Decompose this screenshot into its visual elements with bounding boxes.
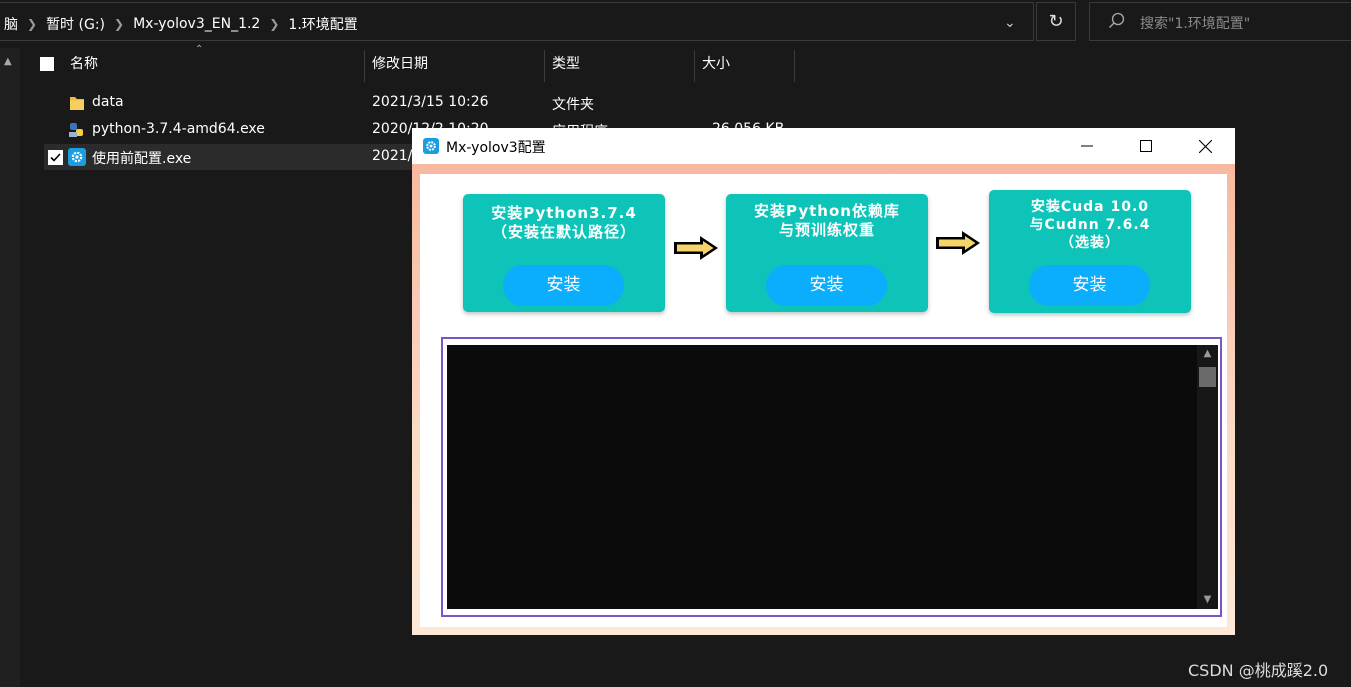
chevron-right-icon[interactable]: ❯ <box>109 17 129 31</box>
console-frame: ▲ ▼ <box>441 337 1222 617</box>
console-scrollbar[interactable]: ▲ ▼ <box>1197 345 1218 609</box>
scroll-up-icon[interactable]: ▲ <box>4 56 12 67</box>
scroll-up-icon[interactable]: ▲ <box>1197 345 1218 363</box>
column-modified[interactable]: 修改日期 <box>364 48 544 82</box>
column-name[interactable]: 名称 <box>62 48 362 82</box>
breadcrumb-item-pc[interactable]: 脑 <box>0 14 22 34</box>
arrow-right-icon <box>674 236 718 260</box>
content-panel: 安装Python3.7.4 （安装在默认路径） 安装 安装Python依赖库 与… <box>420 174 1227 627</box>
close-icon <box>1198 139 1212 153</box>
breadcrumb-item-project[interactable]: Mx-yolov3_EN_1.2 <box>129 16 264 32</box>
search-icon <box>1109 12 1125 28</box>
breadcrumb-item-drive[interactable]: 暂时 (G:) <box>42 14 109 34</box>
breadcrumb: 脑 ❯ 暂时 (G:) ❯ Mx-yolov3_EN_1.2 ❯ 1.环境配置 <box>0 14 362 34</box>
search-input[interactable]: 搜索"1.环境配置" <box>1089 2 1351 41</box>
install-cuda-button[interactable]: 安装 <box>1029 265 1150 306</box>
step-title: 安装Python依赖库 与预训练权重 <box>754 202 900 239</box>
step-card-python: 安装Python3.7.4 （安装在默认路径） 安装 <box>463 194 665 312</box>
chevron-right-icon[interactable]: ❯ <box>22 17 42 31</box>
minimize-button[interactable] <box>1058 128 1116 164</box>
maximize-icon <box>1140 140 1152 152</box>
arrow-right-icon <box>936 231 980 255</box>
watermark: CSDN @桃成蹊2.0 <box>1188 661 1329 680</box>
window-titlebar[interactable]: Mx-yolov3配置 <box>412 128 1235 164</box>
maximize-button[interactable] <box>1117 128 1175 164</box>
address-bar[interactable]: 脑 ❯ 暂时 (G:) ❯ Mx-yolov3_EN_1.2 ❯ 1.环境配置 … <box>0 2 1034 41</box>
file-name: data <box>92 94 124 110</box>
close-button[interactable] <box>1176 128 1234 164</box>
navigation-pane[interactable]: ▲ <box>0 48 20 687</box>
scroll-down-icon[interactable]: ▼ <box>1197 591 1218 609</box>
file-type: 文件夹 <box>552 97 594 113</box>
chevron-right-icon[interactable]: ❯ <box>264 17 284 31</box>
checkmark-icon <box>50 153 61 162</box>
folder-icon <box>70 97 84 110</box>
select-all-checkbox[interactable] <box>40 57 54 71</box>
gear-app-icon <box>68 148 86 166</box>
file-name: python-3.7.4-amd64.exe <box>92 121 265 137</box>
column-header: ⌃ 名称 修改日期 类型 大小 <box>20 44 1351 82</box>
window-body: 安装Python3.7.4 （安装在默认路径） 安装 安装Python依赖库 与… <box>412 164 1235 635</box>
step-card-dependencies: 安装Python依赖库 与预训练权重 安装 <box>726 194 928 312</box>
address-bar-area: 脑 ❯ 暂时 (G:) ❯ Mx-yolov3_EN_1.2 ❯ 1.环境配置 … <box>0 0 1351 44</box>
step-title: 安装Python3.7.4 （安装在默认路径） <box>491 204 637 241</box>
gear-app-icon <box>423 138 439 154</box>
python-installer-icon <box>69 123 83 137</box>
breadcrumb-item-current[interactable]: 1.环境配置 <box>284 14 361 34</box>
column-divider[interactable] <box>794 50 795 82</box>
file-row-setup-exe[interactable]: 使用前配置.exe <box>44 144 424 170</box>
refresh-icon: ↻ <box>1048 11 1064 32</box>
install-dependencies-button[interactable]: 安装 <box>766 265 887 306</box>
row-checkbox[interactable] <box>48 150 63 165</box>
window-title: Mx-yolov3配置 <box>446 140 546 156</box>
install-python-button[interactable]: 安装 <box>503 265 624 306</box>
step-title: 安装Cuda 10.0 与Cudnn 7.6.4 （选装） <box>1029 199 1151 251</box>
column-type[interactable]: 类型 <box>544 48 694 82</box>
scrollbar-thumb[interactable] <box>1199 367 1216 387</box>
file-name: 使用前配置.exe <box>92 151 192 167</box>
minimize-icon <box>1081 145 1093 147</box>
chevron-down-icon[interactable]: ⌄ <box>1004 15 1016 31</box>
config-window: Mx-yolov3配置 安装Python3.7.4 （安装在默认路径） 安装 安… <box>412 128 1235 635</box>
column-size[interactable]: 大小 <box>694 48 794 82</box>
search-placeholder: 搜索"1.环境配置" <box>1140 16 1251 32</box>
file-modified: 2021/3/15 10:26 <box>372 94 489 110</box>
step-card-cuda: 安装Cuda 10.0 与Cudnn 7.6.4 （选装） 安装 <box>989 190 1191 313</box>
file-modified: 2021/ <box>372 148 413 164</box>
refresh-button[interactable]: ↻ <box>1036 2 1076 41</box>
console-output[interactable]: ▲ ▼ <box>447 345 1218 609</box>
file-row-python-installer[interactable]: python-3.7.4-amd64.exe <box>44 117 424 143</box>
file-row-data[interactable]: data <box>44 90 424 116</box>
